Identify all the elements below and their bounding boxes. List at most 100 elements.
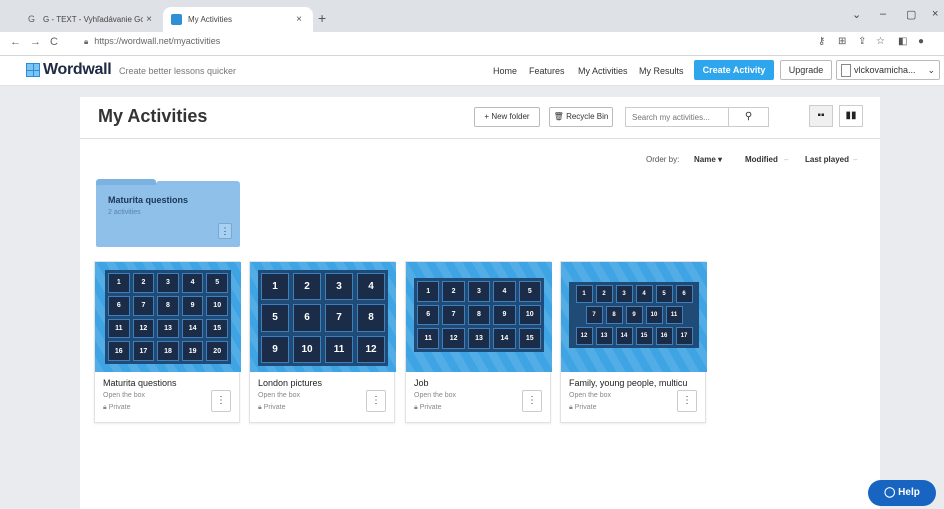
new-tab-button[interactable]: +	[318, 10, 326, 26]
activity-privacy: 🔒︎ Private	[569, 404, 596, 412]
nav-home[interactable]: Home	[493, 66, 517, 76]
upgrade-button[interactable]: Upgrade	[780, 60, 832, 80]
activity-menu-button[interactable]: ⋮	[366, 390, 386, 412]
box-tile: 17	[675, 327, 693, 345]
minimize-icon[interactable]: –	[880, 8, 886, 20]
page-title: My Activities	[98, 106, 208, 126]
box-tile: 9	[625, 306, 643, 324]
recycle-bin-button[interactable]: 🗑︎ Recycle Bin	[549, 107, 613, 127]
tab-search-icon[interactable]: ⌄	[852, 8, 861, 21]
box-tile: 11	[108, 318, 130, 339]
star-icon[interactable]: ☆	[876, 36, 885, 47]
translate-icon[interactable]: ⊞	[838, 36, 846, 47]
box-tile: 10	[518, 304, 541, 326]
box-tile: 13	[467, 328, 491, 349]
activity-card[interactable]: 1 2 3 4 5 6 7 8 9 10 11 12 13 14 15 16 17 18 19 20 Maturita…	[94, 261, 241, 423]
forward-icon[interactable]: →	[30, 36, 41, 48]
activity-privacy: 🔒︎ Private	[103, 404, 130, 412]
box-tile: 1	[417, 281, 440, 302]
box-tile: 6	[108, 295, 130, 316]
box-tile: 8	[357, 304, 385, 332]
activity-thumbnail: 1 2 3 4 5 6 7 8 9 10 11 12	[250, 262, 396, 372]
browser-tab-my-activities[interactable]: My Activities ×	[163, 7, 313, 32]
new-folder-button[interactable]: + New folder	[474, 107, 540, 127]
box-tile: 11	[417, 328, 440, 349]
search-button[interactable]: ⚲	[729, 107, 769, 127]
activity-title[interactable]: Job	[414, 378, 544, 388]
grid-view-button[interactable]: ▪▪	[809, 105, 833, 127]
restore-icon[interactable]: ▢	[906, 8, 916, 21]
box-tile: 7	[132, 295, 155, 316]
folder-body: Maturita questions 2 activities ⋮	[96, 185, 240, 247]
profile-icon[interactable]: ●	[918, 36, 924, 47]
box-tile: 2	[595, 285, 613, 303]
sidebar-icon[interactable]: ◧	[898, 36, 907, 47]
activity-thumbnail: 1 2 3 4 5 6 7 8 9 10 11 12 13 14 15	[406, 262, 552, 372]
folder-count: 2 activities	[108, 209, 141, 216]
activity-title[interactable]: Maturita questions	[103, 378, 233, 388]
reload-icon[interactable]: C	[50, 36, 58, 48]
user-name: vlckovamicha...	[854, 65, 916, 75]
box-tile: 14	[181, 318, 204, 339]
list-view-button[interactable]: ▮▮	[839, 105, 863, 127]
tab-close-icon[interactable]: ×	[143, 14, 155, 25]
box-tile: 6	[675, 285, 693, 303]
box-tile: 7	[585, 306, 603, 324]
order-by-name[interactable]: Name ▾	[694, 155, 722, 164]
search-icon: ⚲	[744, 111, 753, 122]
order-by-last-played[interactable]: Last played	[805, 155, 849, 164]
plus-icon: +	[484, 112, 490, 121]
tab-title: My Activities	[188, 15, 233, 24]
avatar	[841, 64, 851, 78]
search-input[interactable]	[625, 107, 729, 127]
box-tile: 8	[605, 306, 623, 324]
back-icon[interactable]: ←	[10, 36, 21, 48]
activity-title[interactable]: Family, young people, multicu	[569, 378, 699, 388]
create-activity-button[interactable]: Create Activity	[694, 60, 774, 80]
folder-menu-button[interactable]: ⋮	[218, 223, 232, 239]
url-field[interactable]: 🔒︎ https://wordwall.net/myactivities	[84, 36, 220, 47]
activity-template: Open the box	[103, 392, 146, 399]
privacy-label: Private	[263, 404, 286, 411]
activity-card[interactable]: 1 2 3 4 5 6 7 8 9 10 11 12 13 14 15 16 17 Family, young …	[560, 261, 707, 423]
nav-features[interactable]: Features	[529, 66, 565, 76]
box-tile: 2	[132, 273, 155, 293]
box-tile: 18	[157, 341, 179, 361]
key-icon[interactable]: ⚷	[818, 36, 825, 47]
wordwall-logo[interactable]: Wordwall	[26, 61, 112, 79]
box-tile: 4	[493, 281, 516, 302]
tab-close-icon[interactable]: ×	[293, 14, 305, 25]
share-icon[interactable]: ⇪	[858, 36, 866, 47]
nav-my-activities[interactable]: My Activities	[578, 66, 628, 76]
box-tile: 2	[293, 273, 321, 301]
activity-menu-button[interactable]: ⋮	[677, 390, 697, 412]
user-menu[interactable]: vlckovamicha... ⌄	[836, 60, 940, 80]
folder-maturita-questions[interactable]: Maturita questions 2 activities ⋮	[96, 179, 240, 247]
activity-card[interactable]: 1 2 3 4 5 6 7 8 9 10 11 12 London pictures Open the…	[249, 261, 396, 423]
box-tile: 8	[467, 304, 491, 326]
order-by-modified[interactable]: Modified	[745, 155, 778, 164]
box-tile: 15	[635, 327, 653, 345]
activity-title[interactable]: London pictures	[258, 378, 388, 388]
box-tile: 8	[157, 295, 179, 316]
activity-menu-button[interactable]: ⋮	[522, 390, 542, 412]
activity-template: Open the box	[258, 392, 301, 399]
box-tile: 6	[417, 304, 440, 326]
grid-icon: ▪▪	[817, 110, 825, 121]
activity-card[interactable]: 1 2 3 4 5 6 7 8 9 10 11 12 13 14 15 Job Open the box 🔒…	[405, 261, 552, 423]
close-window-icon[interactable]: ×	[932, 8, 938, 20]
activity-menu-button[interactable]: ⋮	[211, 390, 231, 412]
tile-grid: 1 2 3 4 5 6 7 8 9 10 11 12 13 14 15	[414, 278, 544, 352]
browser-tab-google[interactable]: G G - TEXT - Vyhľadávanie Goo ×	[18, 7, 163, 32]
box-tile: 4	[181, 273, 204, 293]
help-button[interactable]: ◯ Help	[868, 480, 936, 506]
box-tile: 3	[615, 285, 633, 303]
nav-my-results[interactable]: My Results	[639, 66, 684, 76]
box-tile: 20	[206, 341, 228, 361]
box-tile: 14	[615, 327, 633, 345]
lock-icon: 🔒︎	[103, 404, 107, 411]
panel-header: My Activities + New folder 🗑︎ Recycle Bi…	[80, 97, 880, 139]
folder-name: Maturita questions	[108, 195, 189, 205]
lock-icon: 🔒︎	[414, 404, 418, 411]
box-tile: 15	[206, 318, 228, 339]
